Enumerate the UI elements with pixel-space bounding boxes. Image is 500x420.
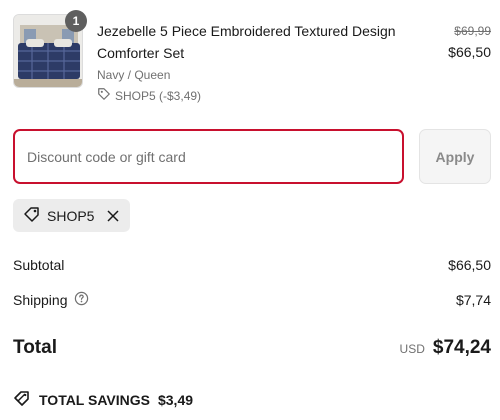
discounted-price: $66,50	[448, 44, 491, 60]
tag-icon	[23, 205, 41, 226]
total-label: Total	[13, 337, 57, 358]
apply-button[interactable]: Apply	[419, 129, 491, 184]
applied-discount-chip: SHOP5	[13, 199, 131, 232]
subtotal-label: Subtotal	[13, 257, 65, 273]
original-price: $69,99	[454, 24, 491, 38]
product-thumbnail-wrap: 1	[13, 10, 87, 88]
product-discount-code: SHOP5 (-$3,49)	[97, 87, 201, 104]
shipping-row: Shipping $7,74	[13, 291, 491, 309]
product-variant: Navy / Queen	[97, 68, 171, 82]
shipping-label-group: Shipping	[13, 291, 89, 309]
savings-value: $3,49	[157, 391, 194, 408]
tag-icon	[97, 87, 111, 104]
subtotal-row: Subtotal $66,50	[13, 257, 491, 273]
quantity-badge: 1	[65, 10, 87, 32]
currency-code: USD	[399, 342, 425, 356]
total-savings: TOTAL SAVINGS $3,49	[13, 389, 193, 410]
savings-tag-icon	[13, 389, 31, 410]
product-title: Jezebelle 5 Piece Embroidered Textured D…	[97, 23, 396, 61]
total-row: Total USD $74,24	[13, 337, 491, 359]
product-discount-code-label: SHOP5 (-$3,49)	[115, 88, 202, 103]
total-value: $74,24	[432, 337, 491, 358]
shipping-label: Shipping	[13, 292, 68, 308]
savings-label: TOTAL SAVINGS	[39, 391, 150, 408]
discount-code-input[interactable]	[13, 129, 404, 184]
help-circle-icon[interactable]	[74, 291, 89, 309]
line-item: 1 Jezebelle 5 Piece Embroidered Textured…	[13, 10, 491, 104]
applied-discount-code: SHOP5	[47, 207, 95, 224]
close-icon[interactable]	[106, 209, 120, 223]
subtotal-value: $66,50	[448, 257, 491, 273]
shipping-value: $7,74	[455, 292, 491, 308]
total-amount-group: USD $74,24	[400, 337, 491, 359]
